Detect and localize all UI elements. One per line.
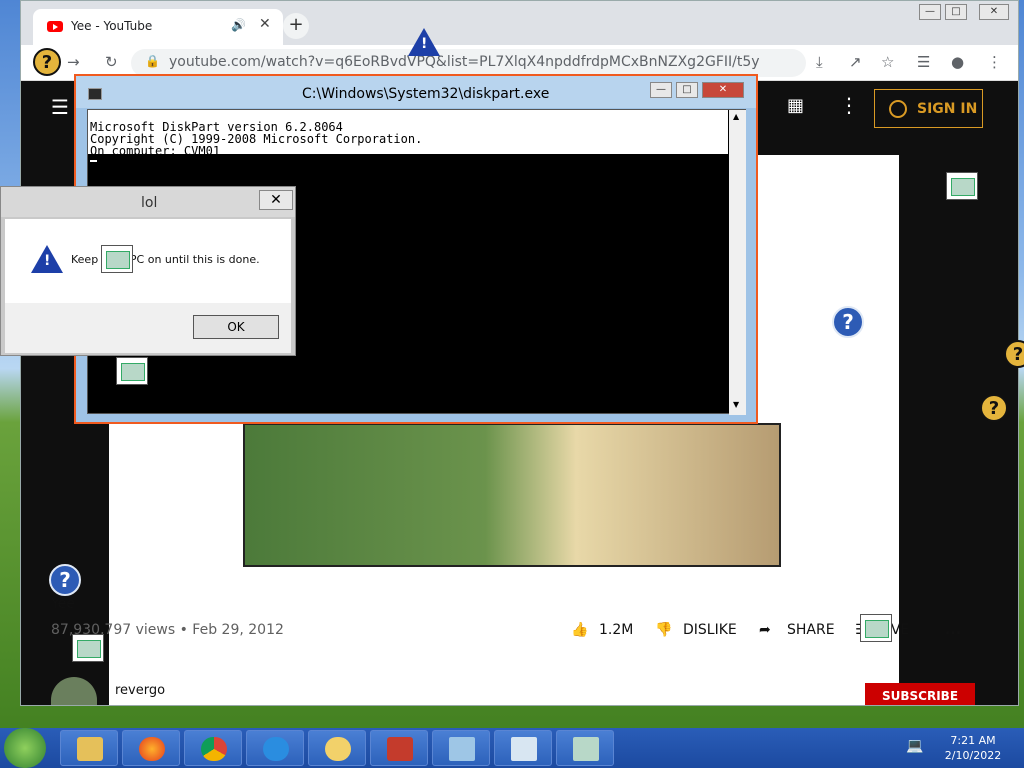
- hamburger-menu-icon[interactable]: ☰: [51, 95, 69, 119]
- dialog-body: ! Keep your PC on until this is done.: [5, 219, 291, 303]
- start-button[interactable]: [4, 728, 46, 768]
- console-title: C:\Windows\System32\diskpart.exe: [302, 86, 550, 102]
- console-text-area: Microsoft DiskPart version 6.2.8064 Copy…: [88, 110, 728, 158]
- toolbox-icon: [387, 737, 413, 761]
- taskbar-explorer[interactable]: [60, 730, 118, 766]
- dialog-message: Keep your PC on until this is done.: [71, 253, 260, 266]
- share-button[interactable]: SHARE: [787, 622, 835, 638]
- more-actions-button[interactable]: ...: [945, 622, 961, 638]
- youtube-favicon-icon: [47, 21, 63, 32]
- video-title: Yee: [51, 596, 75, 612]
- tab-close-icon[interactable]: ✕: [259, 16, 271, 32]
- add-window-icon: [511, 737, 537, 761]
- tab-title: Yee - YouTube: [71, 19, 153, 33]
- dislike-icon[interactable]: 👎: [655, 622, 672, 638]
- sign-in-label: SIGN IN: [917, 101, 978, 117]
- warning-icon: !: [408, 28, 440, 56]
- taskbar-agent[interactable]: [308, 730, 366, 766]
- firefox-icon: [139, 737, 165, 761]
- lol-dialog: lol ✕ ! Keep your PC on until this is do…: [0, 186, 296, 356]
- window-icon: [101, 245, 133, 273]
- settings-kebab-icon[interactable]: ⋮: [839, 93, 859, 117]
- share-page-icon[interactable]: ↗: [849, 53, 862, 71]
- window-close-button[interactable]: ✕: [979, 4, 1009, 20]
- channel-avatar[interactable]: [51, 677, 97, 705]
- network-icon[interactable]: 💻: [906, 738, 923, 754]
- lightbulb-icon: [325, 737, 351, 761]
- address-bar[interactable]: 🔒 youtube.com/watch?v=q6EoRBvdVPQ&list=P…: [131, 49, 806, 77]
- console-app-icon: [88, 88, 102, 100]
- console-titlebar[interactable]: C:\Windows\System32\diskpart.exe — □ ✕: [76, 76, 756, 108]
- taskbar-ie[interactable]: [246, 730, 304, 766]
- clock-date: 2/10/2022: [944, 749, 1002, 762]
- channel-name[interactable]: revergo: [115, 683, 165, 698]
- chrome-icon: [201, 737, 227, 761]
- taskbar-window[interactable]: [432, 730, 490, 766]
- url-text: youtube.com/watch?v=q6EoRBvdVPQ&list=PL7…: [169, 54, 760, 70]
- window-icon: [573, 737, 599, 761]
- console-line: On computer: CVM01: [90, 144, 221, 158]
- scroll-up-icon[interactable]: ▲: [733, 112, 739, 121]
- taskbar: 💻 7:21 AM 2/10/2022: [0, 728, 1024, 768]
- dialog-titlebar[interactable]: lol ✕: [1, 187, 295, 217]
- window-icon: [449, 737, 475, 761]
- console-cursor: [90, 160, 97, 162]
- window-icon: [860, 614, 892, 642]
- internet-explorer-icon: [263, 737, 289, 761]
- bookmark-star-icon[interactable]: ☆: [881, 53, 894, 71]
- minimize-button[interactable]: —: [919, 4, 941, 20]
- help-icon: ?: [33, 48, 61, 76]
- clock[interactable]: 7:21 AM 2/10/2022: [928, 733, 1018, 763]
- warning-icon: !: [31, 245, 63, 273]
- taskbar-add-window[interactable]: [494, 730, 552, 766]
- dialog-footer: OK: [5, 303, 291, 353]
- like-count[interactable]: 1.2M: [599, 622, 633, 638]
- dialog-close-button[interactable]: ✕: [259, 190, 293, 210]
- subscribe-button[interactable]: SUBSCRIBE: [865, 683, 975, 705]
- like-icon[interactable]: 👍: [571, 622, 588, 638]
- help-icon: ?: [1004, 340, 1024, 368]
- maximize-button[interactable]: □: [945, 4, 967, 20]
- clock-time: 7:21 AM: [950, 734, 996, 747]
- download-icon[interactable]: ⤓: [816, 53, 823, 71]
- sign-in-button[interactable]: SIGN IN: [874, 89, 983, 128]
- taskbar-toolbox[interactable]: [370, 730, 428, 766]
- window-icon: [946, 172, 978, 200]
- forward-icon[interactable]: →: [67, 53, 80, 71]
- help-icon: ?: [980, 394, 1008, 422]
- audio-playing-icon[interactable]: 🔊: [231, 18, 246, 32]
- media-control-icon[interactable]: ☰: [917, 53, 930, 71]
- window-icon: [72, 634, 104, 662]
- window-icon: [116, 357, 148, 385]
- console-maximize-button[interactable]: □: [676, 82, 698, 98]
- console-close-button[interactable]: ✕: [702, 82, 744, 98]
- dialog-title: lol: [141, 195, 158, 211]
- console-minimize-button[interactable]: —: [650, 82, 672, 98]
- new-tab-button[interactable]: +: [283, 13, 309, 39]
- taskbar-chrome[interactable]: [184, 730, 242, 766]
- video-player[interactable]: [243, 423, 781, 567]
- ok-button[interactable]: OK: [193, 315, 279, 339]
- help-icon: ?: [49, 564, 81, 596]
- lock-icon: 🔒: [145, 54, 160, 68]
- help-icon: ?: [832, 306, 864, 338]
- tab-strip: Yee - YouTube 🔊 ✕ + — □ ✕: [21, 1, 1018, 45]
- account-icon: [889, 100, 907, 118]
- scroll-down-icon[interactable]: ▼: [733, 400, 739, 409]
- taskbar-window[interactable]: [556, 730, 614, 766]
- apps-grid-icon[interactable]: ▦: [787, 95, 804, 116]
- folder-icon: [77, 737, 103, 761]
- dislike-button[interactable]: DISLIKE: [683, 622, 737, 638]
- share-icon[interactable]: ➦: [759, 622, 771, 638]
- profile-icon[interactable]: ●: [951, 53, 964, 71]
- menu-kebab-icon[interactable]: ⋮: [987, 53, 1002, 71]
- console-scrollbar[interactable]: ▲ ▼: [729, 110, 746, 415]
- tab-youtube[interactable]: Yee - YouTube 🔊 ✕: [33, 9, 283, 45]
- taskbar-firefox[interactable]: [122, 730, 180, 766]
- reload-icon[interactable]: ↻: [105, 53, 118, 71]
